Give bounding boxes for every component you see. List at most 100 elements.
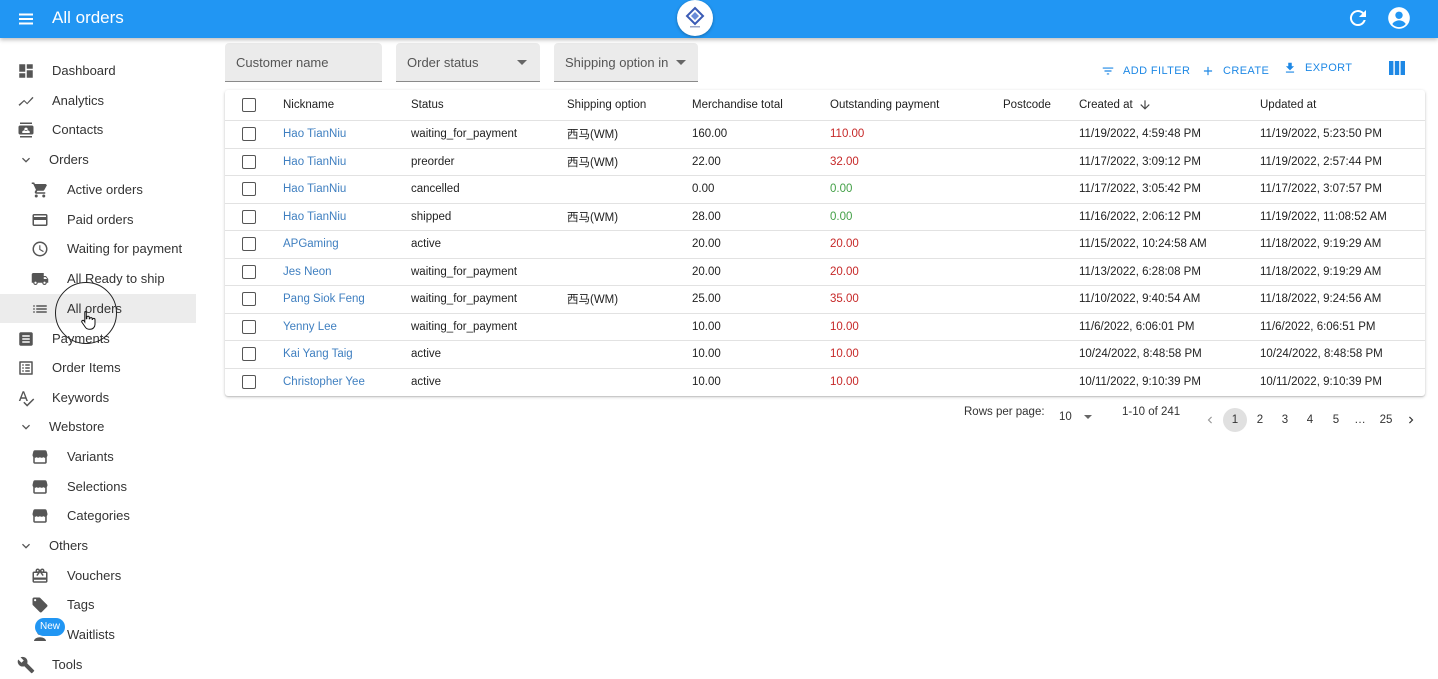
previous-page-icon[interactable] — [1203, 413, 1217, 427]
column-header-status[interactable]: Status — [411, 90, 444, 120]
sidebar-item-variants[interactable]: Variants — [0, 442, 196, 471]
shipping-cell: 西马(WM) — [567, 294, 619, 307]
sidebar-item-payments[interactable]: Payments — [0, 324, 196, 353]
sidebar-item-selections[interactable]: Selections — [0, 472, 196, 501]
outstanding-cell: 10.00 — [830, 376, 859, 389]
column-header-nickname[interactable]: Nickname — [283, 90, 334, 120]
nickname-link[interactable]: Christopher Yee — [283, 369, 365, 397]
sidebar-item-waitlists[interactable]: Waitlists — [0, 620, 196, 649]
account-icon[interactable] — [1386, 5, 1412, 31]
table-row[interactable]: APGaming active 20.00 20.00 11/15/2022, … — [225, 231, 1425, 259]
sidebar-item-analytics[interactable]: Analytics — [0, 86, 196, 115]
sidebar-item-keywords[interactable]: Keywords — [0, 383, 196, 412]
sidebar-item-tools[interactable]: Tools — [0, 650, 196, 679]
refresh-icon[interactable] — [1346, 6, 1370, 30]
nickname-link[interactable]: Yenny Lee — [283, 314, 337, 341]
page-button-4[interactable]: 4 — [1298, 408, 1322, 432]
chevron-down-icon — [22, 157, 30, 163]
column-header-created-at[interactable]: Created at — [1079, 90, 1152, 120]
table-row[interactable]: Hao TianNiu cancelled 0.00 0.00 11/17/20… — [225, 176, 1425, 204]
nickname-link[interactable]: Jes Neon — [283, 259, 332, 286]
chevron-down-icon — [22, 543, 30, 549]
sidebar-item-ready-to-ship[interactable]: All Ready to ship — [0, 264, 196, 293]
row-checkbox[interactable] — [242, 264, 256, 279]
sidebar-item-label: All Ready to ship — [67, 271, 165, 286]
shipping-option-select[interactable]: Shipping option in — [554, 43, 698, 82]
select-all-checkbox[interactable] — [242, 98, 256, 112]
sidebar-group-webstore[interactable]: Webstore — [0, 412, 196, 441]
column-header-merchandise-total[interactable]: Merchandise total — [692, 90, 783, 120]
table-row[interactable]: Jes Neon waiting_for_payment 20.00 20.00… — [225, 259, 1425, 286]
outstanding-cell: 10.00 — [830, 348, 859, 361]
sidebar-item-categories[interactable]: Categories — [0, 501, 196, 530]
sidebar-item-dashboard[interactable]: Dashboard — [0, 56, 196, 85]
page-button-3[interactable]: 3 — [1273, 408, 1297, 432]
table-row[interactable]: Hao TianNiu waiting_for_payment 西马(WM) 1… — [225, 121, 1425, 149]
row-checkbox[interactable] — [242, 127, 256, 142]
created-cell: 10/24/2022, 8:48:58 PM — [1079, 348, 1202, 361]
store-icon — [32, 509, 48, 523]
table-row[interactable]: Kai Yang Taig active 10.00 10.00 10/24/2… — [225, 341, 1425, 369]
row-checkbox[interactable] — [242, 347, 256, 362]
updated-cell: 10/24/2022, 8:48:58 PM — [1260, 348, 1383, 361]
page-button-25[interactable]: 25 — [1374, 408, 1398, 432]
export-button[interactable]: EXPORT — [1283, 59, 1352, 77]
page-button-1[interactable]: 1 — [1223, 408, 1247, 432]
sidebar-group-orders[interactable]: Orders — [0, 145, 196, 174]
columns-icon[interactable] — [1389, 61, 1405, 75]
table-row[interactable]: Christopher Yee active 10.00 10.00 10/11… — [225, 369, 1425, 397]
order-status-select[interactable]: Order status — [396, 43, 540, 82]
row-checkbox[interactable] — [242, 237, 256, 252]
sidebar-item-waiting-for-payment[interactable]: Waiting for payment — [0, 234, 196, 263]
nickname-link[interactable]: Hao TianNiu — [283, 176, 346, 203]
sidebar-item-vouchers[interactable]: Vouchers — [0, 561, 196, 590]
orders-table: Nickname Status Shipping option Merchand… — [225, 90, 1425, 396]
table-row[interactable]: Hao TianNiu preorder 西马(WM) 22.00 32.00 … — [225, 149, 1425, 176]
row-checkbox[interactable] — [242, 375, 256, 390]
row-checkbox[interactable] — [242, 319, 256, 334]
nickname-link[interactable]: Hao TianNiu — [283, 149, 346, 176]
total-cell: 22.00 — [692, 155, 721, 168]
column-header-postcode[interactable]: Postcode — [1003, 90, 1051, 120]
menu-icon[interactable] — [14, 7, 38, 31]
page-button-5[interactable]: 5 — [1324, 408, 1348, 432]
sidebar-item-label: Order Items — [52, 360, 121, 375]
sidebar-item-tags[interactable]: Tags — [0, 590, 196, 619]
sidebar-group-others[interactable]: Others — [0, 531, 196, 560]
row-checkbox[interactable] — [242, 209, 256, 224]
updated-cell: 11/18/2022, 9:19:29 AM — [1260, 238, 1382, 251]
row-checkbox[interactable] — [242, 182, 256, 197]
page-button-2[interactable]: 2 — [1248, 408, 1272, 432]
sidebar-item-contacts[interactable]: Contacts — [0, 115, 196, 144]
row-checkbox[interactable] — [242, 292, 256, 307]
row-checkbox[interactable] — [242, 154, 256, 169]
next-page-icon[interactable] — [1404, 413, 1418, 427]
sidebar-item-paid-orders[interactable]: Paid orders — [0, 205, 196, 234]
rows-per-page-select[interactable]: 10 — [1059, 411, 1092, 423]
create-button[interactable]: CREATE — [1201, 62, 1269, 80]
spellcheck-icon — [18, 391, 35, 407]
column-header-outstanding[interactable]: Outstanding payment — [830, 90, 939, 120]
nickname-link[interactable]: Hao TianNiu — [283, 121, 346, 148]
nickname-link[interactable]: Pang Siok Feng — [283, 286, 365, 313]
credit-card-icon — [32, 214, 48, 226]
table-row[interactable]: Yenny Lee waiting_for_payment 10.00 10.0… — [225, 314, 1425, 341]
created-cell: 11/10/2022, 9:40:54 AM — [1079, 293, 1201, 306]
table-row[interactable]: Hao TianNiu shipped 西马(WM) 28.00 0.00 11… — [225, 204, 1425, 231]
column-header-shipping[interactable]: Shipping option — [567, 90, 646, 120]
add-filter-button[interactable]: ADD FILTER — [1101, 62, 1190, 80]
nickname-link[interactable]: Hao TianNiu — [283, 204, 346, 231]
customer-name-filter[interactable]: Customer name — [225, 43, 382, 82]
outstanding-cell: 20.00 — [830, 238, 859, 251]
plus-icon — [1203, 66, 1213, 76]
outstanding-cell: 35.00 — [830, 293, 859, 306]
nickname-link[interactable]: APGaming — [283, 231, 339, 258]
sidebar-item-active-orders[interactable]: Active orders — [0, 175, 196, 204]
sidebar-item-order-items[interactable]: Order Items — [0, 353, 196, 382]
table-row[interactable]: Pang Siok Feng waiting_for_payment 西马(WM… — [225, 286, 1425, 314]
column-header-updated-at[interactable]: Updated at — [1260, 90, 1316, 120]
nickname-link[interactable]: Kai Yang Taig — [283, 341, 353, 368]
sidebar-item-label: Categories — [67, 508, 130, 523]
table-header-row: Nickname Status Shipping option Merchand… — [225, 90, 1425, 121]
sidebar-item-all-orders[interactable]: All orders — [0, 294, 196, 323]
